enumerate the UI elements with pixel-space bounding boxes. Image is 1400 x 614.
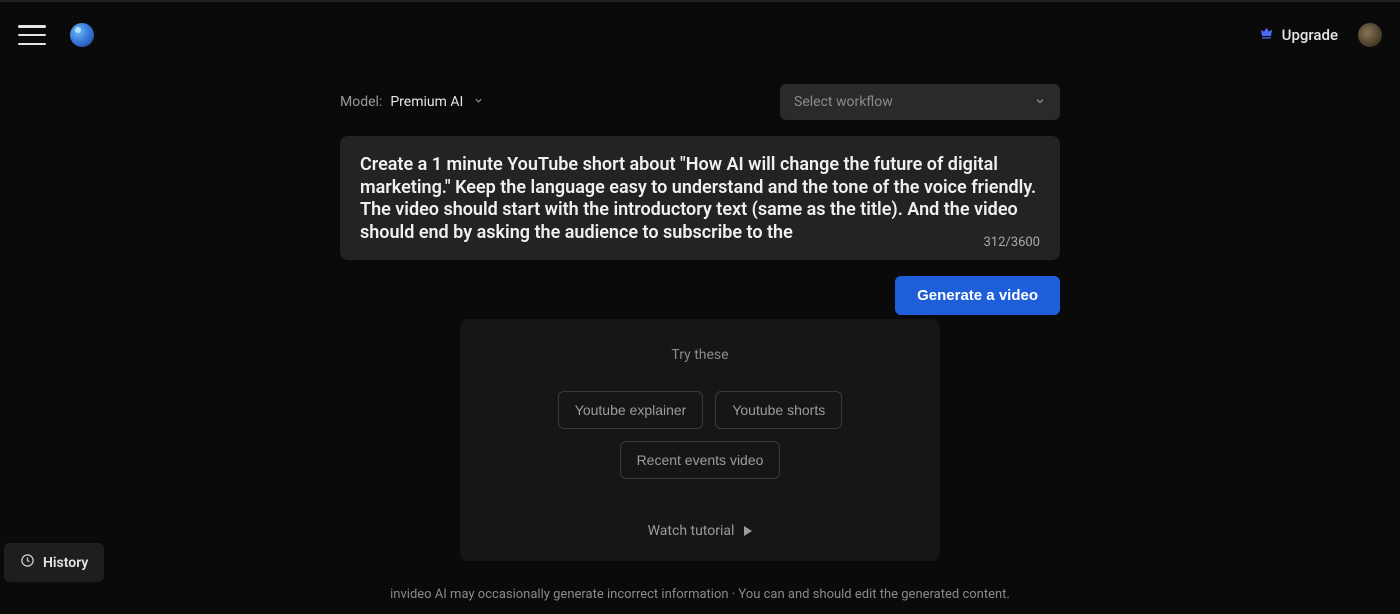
history-label: History (43, 555, 88, 571)
controls-row: Model: Premium AI Select workflow (340, 84, 1060, 120)
chip-row-2: Recent events video (480, 441, 920, 479)
avatar[interactable] (1358, 23, 1382, 47)
chevron-down-icon (473, 95, 484, 109)
chip-youtube-shorts[interactable]: Youtube shorts (715, 391, 842, 429)
watch-tutorial-link[interactable]: Watch tutorial (648, 523, 753, 539)
play-icon (744, 526, 752, 536)
topbar-right: Upgrade (1259, 23, 1382, 47)
upgrade-button[interactable]: Upgrade (1259, 26, 1338, 45)
model-value: Premium AI (390, 94, 463, 110)
chip-row-1: Youtube explainer Youtube shorts (480, 391, 920, 429)
tutorial-label: Watch tutorial (648, 523, 735, 539)
workflow-placeholder: Select workflow (794, 94, 893, 110)
prompt-input[interactable]: Create a 1 minute YouTube short about "H… (340, 136, 1060, 260)
char-count: 312/3600 (983, 235, 1040, 250)
app-logo[interactable] (70, 23, 94, 47)
crown-icon (1259, 26, 1274, 45)
try-these-panel: Try these Youtube explainer Youtube shor… (460, 319, 940, 561)
generate-row: Generate a video (340, 276, 1060, 315)
model-prefix: Model: (340, 94, 382, 110)
disclaimer: invideo AI may occasionally generate inc… (340, 587, 1060, 602)
main-column: Model: Premium AI Select workflow Create… (340, 84, 1060, 602)
upgrade-label: Upgrade (1282, 26, 1338, 44)
topbar-left (18, 23, 94, 47)
prompt-text: Create a 1 minute YouTube short about "H… (360, 154, 1040, 244)
chip-recent-events[interactable]: Recent events video (620, 441, 781, 479)
menu-icon[interactable] (18, 25, 46, 45)
history-button[interactable]: History (4, 543, 104, 582)
chevron-down-icon (1034, 95, 1046, 110)
try-title: Try these (480, 347, 920, 363)
workflow-select[interactable]: Select workflow (780, 84, 1060, 120)
model-select[interactable]: Model: Premium AI (340, 94, 484, 110)
chip-youtube-explainer[interactable]: Youtube explainer (558, 391, 704, 429)
topbar: Upgrade (0, 2, 1400, 54)
generate-video-button[interactable]: Generate a video (895, 276, 1060, 315)
clock-icon (20, 553, 35, 572)
